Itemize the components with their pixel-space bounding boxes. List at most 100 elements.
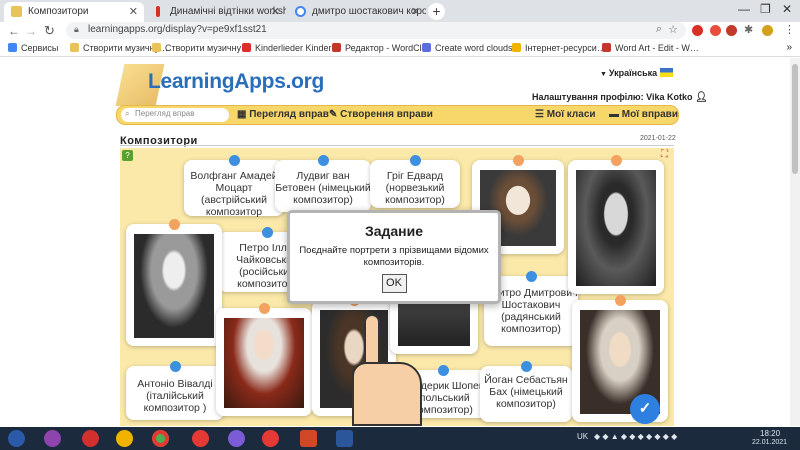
connector-pin[interactable] xyxy=(410,155,421,166)
learningapps-favicon-icon xyxy=(152,43,161,52)
nav-my-apps[interactable]: ▬ Мої вправи xyxy=(609,109,678,120)
portrait-card-vivaldi[interactable] xyxy=(216,303,312,416)
word-taskbar-icon[interactable] xyxy=(336,430,353,447)
bookmark-item[interactable]: Редактор - WordCl… xyxy=(332,43,431,53)
scrollbar-thumb[interactable] xyxy=(792,64,798,174)
forward-icon[interactable]: → xyxy=(25,24,37,38)
bookmark-item[interactable]: Create word clouds… xyxy=(422,43,522,53)
bookmark-item[interactable]: Створити музичну… xyxy=(152,43,250,53)
nav-browse-apps[interactable]: ▦ Перегляд вправ xyxy=(237,109,329,120)
site-logo[interactable]: LearningApps.org xyxy=(148,70,324,94)
search-icon[interactable]: ⌕ xyxy=(656,23,662,36)
scrollbar[interactable] xyxy=(790,58,800,426)
adblock-extension-icon[interactable] xyxy=(710,25,721,36)
nav-my-classes[interactable]: ☰ Мої класи xyxy=(535,109,596,120)
close-tab-icon[interactable]: ✕ xyxy=(411,5,420,18)
dropdown-arrow-icon: ▼ xyxy=(600,71,609,78)
bookmark-label: Редактор - WordCl… xyxy=(345,43,431,53)
extensions-puzzle-icon[interactable]: ✱ xyxy=(744,23,753,36)
site-favicon-icon xyxy=(512,43,521,52)
reload-icon[interactable]: ↻ xyxy=(44,23,55,39)
menu-kebab-icon[interactable]: ⋮ xyxy=(784,23,795,36)
search-placeholder: Перегляд вправ xyxy=(135,109,195,118)
connector-pin[interactable] xyxy=(438,365,449,376)
tray-icons[interactable]: ◆ ◆ ▲ ◆ ◆ ◆ ◆ ◆ ◆ ◆ xyxy=(594,432,677,441)
abp-extension-icon[interactable] xyxy=(726,25,737,36)
bookmark-services[interactable]: Сервисы xyxy=(8,43,58,53)
address-bar[interactable]: 🔒︎ learningapps.org/display?v=pe9xf1sst2… xyxy=(66,22,686,39)
profile-settings-label: Налаштування профілю: Vika Kotko xyxy=(532,92,693,102)
windows-taskbar: UK ◆ ◆ ▲ ◆ ◆ ◆ ◆ ◆ ◆ ◆ 18:20 22.01.2021 xyxy=(0,427,800,450)
tchaikovsky-portrait-image xyxy=(134,234,214,338)
alice-assistant-icon[interactable] xyxy=(44,430,61,447)
ok-button[interactable]: OK xyxy=(381,274,407,293)
more-bookmarks-icon[interactable]: » xyxy=(786,42,792,53)
maximize-icon[interactable]: ❐ xyxy=(760,2,771,16)
minimize-icon[interactable]: — xyxy=(738,2,750,16)
text-card-bach[interactable]: Йоган Себастьян Бах (німецький композито… xyxy=(480,361,572,422)
connector-pin[interactable] xyxy=(521,361,532,372)
new-tab-button[interactable]: + xyxy=(428,3,445,20)
profile-avatar[interactable] xyxy=(762,25,773,36)
lock-icon: 🔒︎ xyxy=(74,24,79,34)
connector-pin[interactable] xyxy=(513,155,524,166)
connector-pin[interactable] xyxy=(526,271,537,282)
tab-google-search[interactable]: дмитро шостакович коротка б… ✕ xyxy=(288,2,426,22)
close-tab-icon[interactable]: ✕ xyxy=(271,5,280,18)
opera-extension-icon[interactable] xyxy=(692,25,703,36)
apps-grid-icon xyxy=(8,43,17,52)
bookmark-star-icon[interactable]: ☆ xyxy=(668,23,678,36)
connector-pin[interactable] xyxy=(169,219,180,230)
yandex-disk-taskbar-icon[interactable] xyxy=(116,430,133,447)
language-selector[interactable]: ▼ Українська xyxy=(600,68,673,78)
tab-bar: Композитори ✕ Динамічні відтінки workshe… xyxy=(0,0,800,22)
connector-pin[interactable] xyxy=(259,303,270,314)
chrome-taskbar-icon[interactable] xyxy=(152,430,169,447)
keyboard-language[interactable]: UK xyxy=(577,432,588,441)
connector-pin[interactable] xyxy=(170,361,181,372)
check-answers-button[interactable]: ✓ xyxy=(630,394,660,424)
tab-composers[interactable]: Композитори ✕ xyxy=(4,2,144,22)
windows-start-icon[interactable] xyxy=(8,430,25,447)
text-card-grieg[interactable]: Гріг Едвард (норвезький композитор) xyxy=(370,155,460,208)
text-card-beethoven[interactable]: Лудвиг ван Бетовен (німецький композитор… xyxy=(275,155,371,212)
fullscreen-icon[interactable]: ⛶ xyxy=(661,149,668,160)
connector-pin[interactable] xyxy=(611,155,622,166)
yandex-browser-taskbar-icon[interactable] xyxy=(192,430,209,447)
bookmark-item[interactable]: Інтернет-ресурси… xyxy=(512,43,606,53)
learningapps-favicon-icon xyxy=(70,43,79,52)
connector-pin[interactable] xyxy=(229,155,240,166)
language-label: Українська xyxy=(608,68,658,78)
help-icon[interactable]: ? xyxy=(122,150,133,161)
bookmark-label: Сервисы xyxy=(21,43,59,53)
yandex-taskbar-icon[interactable] xyxy=(262,430,279,447)
bookmark-item[interactable]: Kinderlieder Kinder… xyxy=(242,43,341,53)
close-window-icon[interactable]: ✕ xyxy=(782,2,792,16)
close-tab-icon[interactable]: ✕ xyxy=(129,5,138,18)
powerpoint-taskbar-icon[interactable] xyxy=(300,430,317,447)
connector-pin[interactable] xyxy=(615,295,626,306)
list-icon: ☰ xyxy=(535,109,547,120)
bookmark-item[interactable]: Word Art - Edit - W… xyxy=(602,43,699,53)
nav-create-app[interactable]: ✎ Створення вправи xyxy=(329,109,433,120)
bookmark-label: Створити музичну… xyxy=(165,43,251,53)
text-card-vivaldi[interactable]: Антоніо Вівалді (італійський композитор … xyxy=(126,361,224,420)
app-date: 2021-01-22 xyxy=(640,135,676,142)
connector-pin[interactable] xyxy=(262,227,273,238)
vivaldi-portrait-image xyxy=(224,318,304,408)
text-card-mozart[interactable]: Волфганг Амадей Моцарт (австрійський ком… xyxy=(184,155,284,218)
profile-settings-link[interactable]: Налаштування профілю: Vika Kotko 👤︎ xyxy=(532,92,708,103)
portrait-card-tchaikovsky[interactable] xyxy=(126,219,222,346)
liveworksheets-favicon-icon xyxy=(156,6,160,17)
tab-worksheet[interactable]: Динамічні відтінки worksheet ✕ xyxy=(146,2,286,22)
main-navbar: ⌕ Перегляд вправ ▦ Перегляд вправ ✎ Ство… xyxy=(116,105,679,125)
nav-label: Мої класи xyxy=(546,109,596,120)
back-icon[interactable]: ← xyxy=(8,24,20,38)
search-input[interactable]: ⌕ Перегляд вправ xyxy=(121,108,229,122)
opera-taskbar-icon[interactable] xyxy=(82,430,99,447)
tab-title: Композитори xyxy=(28,6,89,17)
viber-taskbar-icon[interactable] xyxy=(228,430,245,447)
card-text: Лудвиг ван Бетовен (німецький композитор… xyxy=(275,170,371,206)
portrait-card-shostakovich[interactable] xyxy=(568,155,664,294)
connector-pin[interactable] xyxy=(318,155,329,166)
